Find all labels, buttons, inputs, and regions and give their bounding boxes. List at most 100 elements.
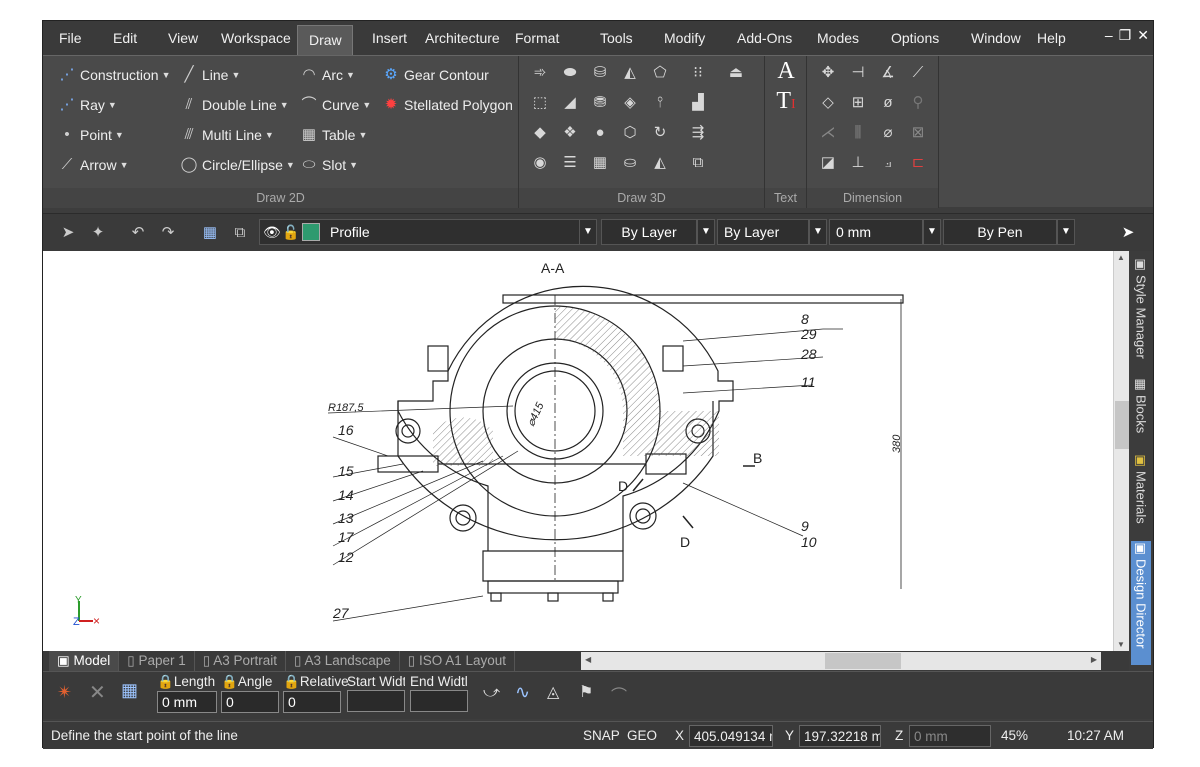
tab-design-director[interactable]: ▣ Design Director bbox=[1131, 541, 1151, 665]
menu-view[interactable]: View bbox=[143, 24, 201, 52]
shapes-3d-icon[interactable]: ⧉ bbox=[687, 152, 709, 174]
menu-workspace[interactable]: Workspace bbox=[201, 24, 297, 52]
dimension-radius-icon[interactable]: ø bbox=[877, 92, 899, 114]
scroll-left-icon[interactable]: ◀ bbox=[585, 655, 591, 664]
tab-model[interactable]: ▣ Model bbox=[49, 651, 120, 671]
scroll-down-icon[interactable]: ▼ bbox=[1117, 640, 1125, 649]
pen-dropdown-icon[interactable]: ▼ bbox=[1057, 219, 1075, 245]
text-icon[interactable]: A bbox=[775, 59, 797, 83]
undo-icon[interactable]: ↶ bbox=[127, 222, 149, 244]
array-icon[interactable]: ⁝⁝ bbox=[687, 62, 709, 84]
text-style-icon[interactable]: TI bbox=[775, 89, 797, 113]
tab-a3-landscape[interactable]: ▯ A3 Landscape bbox=[286, 651, 400, 671]
dimension-rotated-icon[interactable]: ◪ bbox=[817, 152, 839, 174]
zoom-dimension-icon[interactable]: ⚲ bbox=[907, 92, 929, 114]
restore-icon[interactable]: ❐ bbox=[1119, 27, 1132, 44]
horizontal-scroll-thumb[interactable] bbox=[825, 653, 901, 669]
slot-button[interactable]: ⬭ Slot ▼ bbox=[299, 154, 358, 176]
capsule-icon[interactable]: ⬬ bbox=[559, 62, 581, 84]
dimension-ordinate-icon[interactable]: ⊥ bbox=[847, 152, 869, 174]
cylinder-icon[interactable]: ⛁ bbox=[589, 62, 611, 84]
grid-3d-icon[interactable]: ▦ bbox=[589, 152, 611, 174]
menu-window[interactable]: Window bbox=[955, 24, 1033, 52]
vertical-scrollbar[interactable]: ▲ ▼ bbox=[1113, 251, 1129, 651]
double-line-button[interactable]: ⫽ Double Line ▼ bbox=[179, 94, 289, 116]
scroll-right-icon[interactable]: ▶ bbox=[1091, 655, 1097, 664]
tab-paper-1[interactable]: ▯ Paper 1 bbox=[119, 651, 195, 671]
start-width-input[interactable] bbox=[347, 690, 405, 712]
snap-toggle[interactable]: SNAP bbox=[583, 725, 620, 747]
table-button[interactable]: ▦ Table ▼ bbox=[299, 124, 367, 146]
drawing-canvas[interactable]: A-A 8 29 28 11 16 15 14 13 17 12 27 9 10… bbox=[43, 251, 1113, 651]
menu-edit[interactable]: Edit bbox=[85, 24, 143, 52]
sweep-icon[interactable]: ⇶ bbox=[687, 122, 709, 144]
menu-modes[interactable]: Modes bbox=[803, 24, 875, 52]
stairs-icon[interactable]: ▟ bbox=[687, 92, 709, 114]
z-coordinate[interactable]: 0 mm bbox=[909, 725, 991, 747]
eraser-icon[interactable]: ⬠ bbox=[649, 62, 671, 84]
relative-input[interactable]: 0 bbox=[283, 691, 341, 713]
y-coordinate[interactable]: 197.32218 m bbox=[799, 725, 881, 747]
torus-icon[interactable]: ◉ bbox=[529, 152, 551, 174]
menu-modify[interactable]: Modify bbox=[647, 24, 721, 52]
extrude-icon[interactable]: ⬡ bbox=[619, 122, 641, 144]
cancel-icon[interactable]: ✕ bbox=[89, 680, 106, 705]
pyramid-icon[interactable]: ⏏ bbox=[725, 62, 747, 84]
angle-input[interactable]: 0 bbox=[221, 691, 279, 713]
close-icon[interactable]: ✕ bbox=[1137, 27, 1149, 44]
leader-line-icon[interactable]: ⟓ bbox=[877, 152, 899, 174]
wedge-icon[interactable]: ◭ bbox=[619, 62, 641, 84]
tab-blocks[interactable]: ▦ Blocks bbox=[1131, 377, 1151, 443]
line-button[interactable]: ╱ Line ▼ bbox=[179, 64, 240, 86]
menu-insert[interactable]: Insert bbox=[353, 24, 415, 52]
redo-icon[interactable]: ↷ bbox=[157, 222, 179, 244]
curve-mode-icon[interactable]: ∿ bbox=[515, 682, 530, 703]
line-mode-icon[interactable]: ⤻ bbox=[483, 684, 500, 702]
scroll-up-icon[interactable]: ▲ bbox=[1117, 253, 1125, 262]
bolt-icon[interactable]: ⛃ bbox=[589, 92, 611, 114]
curve-button[interactable]: ⌒ Curve ▼ bbox=[299, 94, 371, 116]
layer-dropdown-icon[interactable]: ▼ bbox=[579, 219, 597, 245]
box-icon[interactable]: ⬚ bbox=[529, 92, 551, 114]
cube-icon[interactable]: ◆ bbox=[529, 122, 551, 144]
tolerance-icon[interactable]: ⊠ bbox=[907, 122, 929, 144]
finish-flag-icon[interactable]: ⚑ bbox=[579, 682, 593, 702]
dimension-angle-icon[interactable]: ∡ bbox=[877, 62, 899, 84]
layer-manager-icon[interactable]: ⧉ bbox=[229, 222, 251, 244]
dimension-aligned-icon[interactable]: ◇ bbox=[817, 92, 839, 114]
revolve-icon[interactable]: ❖ bbox=[559, 122, 581, 144]
menu-file[interactable]: File bbox=[43, 24, 85, 52]
zoom-level[interactable]: 45% bbox=[1001, 725, 1028, 747]
vertical-scroll-thumb[interactable] bbox=[1115, 401, 1129, 449]
tab-a3-portrait[interactable]: ▯ A3 Portrait bbox=[195, 651, 286, 671]
menu-help[interactable]: Help bbox=[1033, 24, 1083, 52]
properties-table-icon[interactable]: ▦ bbox=[199, 222, 221, 244]
menu-tools[interactable]: Tools bbox=[585, 24, 647, 52]
tab-materials[interactable]: ▣ Materials bbox=[1131, 453, 1151, 533]
cone-icon[interactable]: ◢ bbox=[559, 92, 581, 114]
lineweight-dropdown-icon[interactable]: ▼ bbox=[923, 219, 941, 245]
ray-button[interactable]: ⋰ Ray ▼ bbox=[57, 94, 117, 116]
magic-wand-icon[interactable]: ✴ bbox=[57, 682, 72, 703]
horizontal-scrollbar[interactable]: ◀ ▶ bbox=[581, 652, 1101, 670]
dimension-baseline-icon[interactable]: ⊞ bbox=[847, 92, 869, 114]
leader-icon[interactable]: ⟋ bbox=[907, 62, 929, 84]
pick-pointer-icon[interactable]: ✦ bbox=[87, 222, 109, 244]
lineweight-select[interactable]: 0 mm bbox=[829, 219, 923, 245]
3d-arrow-icon[interactable]: ➾ bbox=[529, 62, 551, 84]
sphere-icon[interactable]: ● bbox=[589, 122, 611, 144]
layer-select[interactable]: 👁 🔓 Profile bbox=[259, 219, 595, 245]
arrow-button[interactable]: ⟋ Arrow ▼ bbox=[57, 154, 129, 176]
menu-format[interactable]: Format bbox=[507, 24, 585, 52]
gear-contour-button[interactable]: ⚙ Gear Contour bbox=[381, 64, 489, 86]
length-input[interactable]: 0 mm bbox=[157, 691, 217, 713]
drum-icon[interactable]: ⛀ bbox=[619, 152, 641, 174]
tube-icon[interactable]: ⫯ bbox=[649, 92, 671, 114]
menu-architecture[interactable]: Architecture bbox=[415, 24, 507, 52]
arc-mode-icon[interactable]: ⌒ bbox=[611, 682, 627, 706]
geo-toggle[interactable]: GEO bbox=[627, 725, 657, 747]
construction-button[interactable]: ⋰ Construction ▼ bbox=[57, 64, 171, 86]
angle-mode-icon[interactable]: ◬ bbox=[547, 682, 559, 702]
arc-button[interactable]: ◠ Arc ▼ bbox=[299, 64, 354, 86]
datum-icon[interactable]: ⊏ bbox=[907, 152, 929, 174]
